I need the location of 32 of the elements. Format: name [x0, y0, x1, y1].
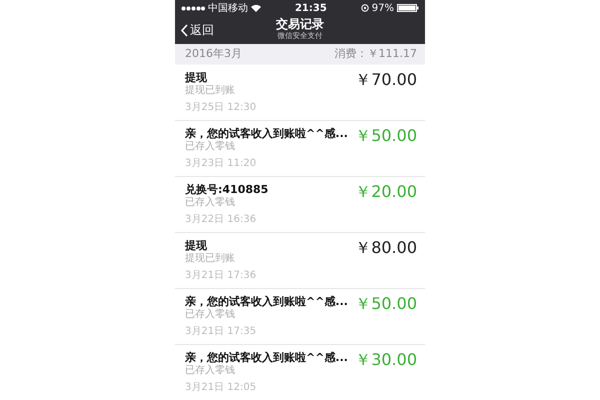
spent-label: 消费： — [334, 47, 368, 61]
transaction-amount: ￥70.00 — [355, 71, 417, 89]
transaction-amount: ￥20.00 — [355, 183, 417, 201]
transaction-title: 亲，您的试客收入到账啦^^感... — [185, 295, 348, 308]
spent-amount: ￥111.17 — [368, 47, 417, 61]
transaction-status: 提现已到账 — [185, 253, 236, 265]
transaction-date: 3月21日 12:05 — [185, 382, 258, 394]
page-title: 交易记录 — [276, 17, 324, 32]
back-button[interactable]: 返回 — [181, 22, 214, 38]
battery-percent: 97% — [372, 2, 394, 14]
transaction-amount: ￥30.00 — [355, 351, 417, 369]
transaction-date: 3月25日 12:30 — [185, 102, 256, 114]
transaction-status: 已存入零钱 — [185, 309, 236, 321]
transaction-status: 已存入零钱 — [185, 197, 236, 209]
status-time: 21:35 — [294, 2, 327, 14]
transaction-title: 提现 — [185, 71, 208, 85]
transaction-title: 亲，您的试客收入到账啦^^感... — [185, 351, 348, 364]
transaction-date: 3月23日 11:20 — [185, 158, 258, 170]
transaction-title: 亲，您的试客收入到账啦^^感... — [185, 127, 348, 140]
transaction-status: 已存入零钱 — [185, 141, 236, 153]
transaction-title: 兑换号:410885 — [185, 183, 268, 196]
carrier-name: 中国移动 — [208, 2, 248, 15]
transaction-date: 3月21日 17:35 — [185, 326, 258, 338]
transaction-date: 3月21日 17:36 — [185, 270, 256, 282]
transaction-date: 3月22日 16:36 — [185, 214, 258, 226]
month-label: 2016年3月 — [185, 47, 242, 61]
transaction-amount: ￥50.00 — [355, 295, 417, 313]
transaction-title: 提现 — [185, 239, 208, 253]
transaction-status: 已存入零钱 — [185, 365, 236, 377]
transaction-amount: ￥80.00 — [355, 239, 417, 257]
transaction-amount: ￥50.00 — [355, 127, 417, 145]
transaction-status: 提现已到账 — [185, 85, 236, 97]
